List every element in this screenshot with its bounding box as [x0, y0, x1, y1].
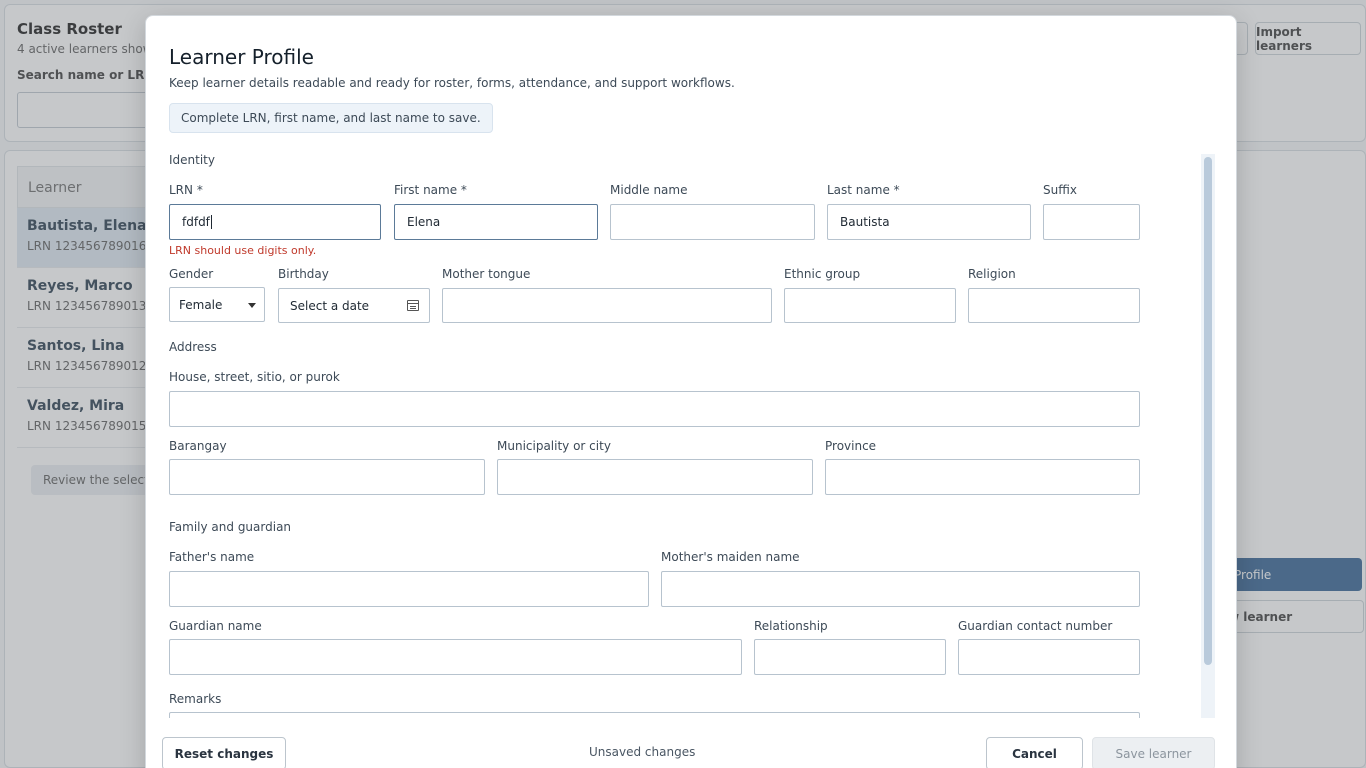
father-label: Father's name [169, 550, 255, 564]
text-caret [210, 215, 212, 229]
unsaved-status: Unsaved changes [589, 745, 696, 759]
municipality-label: Municipality or city [497, 439, 611, 453]
section-address: Address [169, 340, 217, 354]
barangay-field[interactable] [169, 459, 485, 495]
remarks-field[interactable] [169, 712, 1140, 718]
section-identity: Identity [169, 153, 215, 167]
province-label: Province [825, 439, 877, 453]
last-name-label: Last name * [827, 183, 900, 197]
guardian-label: Guardian name [169, 619, 262, 633]
religion-field[interactable] [968, 288, 1140, 323]
last-name-field[interactable]: Bautista [827, 204, 1031, 240]
middle-name-field[interactable] [610, 204, 815, 240]
mother-label: Mother's maiden name [661, 550, 800, 564]
first-name-label: First name * [394, 183, 467, 197]
profile-form: Identity LRN * fdfdf LRN should use digi… [169, 153, 1215, 718]
gender-select[interactable]: Female [169, 287, 265, 322]
learner-profile-dialog: Learner Profile Keep learner details rea… [145, 15, 1237, 768]
lrn-label: LRN * [169, 183, 203, 197]
form-scrollbar[interactable] [1201, 154, 1215, 718]
lrn-field[interactable]: fdfdf [169, 204, 381, 240]
lrn-error: LRN should use digits only. [169, 244, 317, 257]
remarks-label: Remarks [169, 692, 222, 706]
lrn-value: fdfdf [182, 215, 210, 229]
relationship-label: Relationship [754, 619, 828, 633]
birthday-label: Birthday [278, 267, 329, 281]
save-hint: Complete LRN, first name, and last name … [169, 103, 493, 133]
section-family: Family and guardian [169, 520, 292, 534]
province-field[interactable] [825, 459, 1140, 495]
scrollbar-thumb[interactable] [1204, 157, 1212, 665]
dialog-title: Learner Profile [169, 45, 314, 69]
guardian-contact-label: Guardian contact number [958, 619, 1113, 633]
ethnic-group-field[interactable] [784, 288, 956, 323]
dialog-description: Keep learner details readable and ready … [169, 76, 735, 90]
ethnic-group-label: Ethnic group [784, 267, 861, 281]
relationship-field[interactable] [754, 639, 946, 675]
suffix-label: Suffix [1043, 183, 1077, 197]
barangay-label: Barangay [169, 439, 227, 453]
mother-tongue-field[interactable] [442, 288, 772, 323]
municipality-field[interactable] [497, 459, 813, 495]
gender-label: Gender [169, 267, 214, 281]
gender-value: Female [179, 297, 223, 312]
guardian-contact-field[interactable] [958, 639, 1140, 675]
first-name-value: Elena [407, 215, 441, 229]
mother-field[interactable] [661, 571, 1140, 607]
save-learner-button[interactable]: Save learner [1092, 737, 1215, 768]
first-name-field[interactable]: Elena [394, 204, 598, 240]
father-field[interactable] [169, 571, 649, 607]
last-name-value: Bautista [840, 215, 890, 229]
cancel-button[interactable]: Cancel [986, 737, 1083, 768]
calendar-icon[interactable] [407, 300, 419, 311]
house-label: House, street, sitio, or purok [169, 370, 340, 384]
reset-changes-button[interactable]: Reset changes [162, 737, 286, 768]
suffix-field[interactable] [1043, 204, 1140, 240]
guardian-field[interactable] [169, 639, 742, 675]
mother-tongue-label: Mother tongue [442, 267, 531, 281]
religion-label: Religion [968, 267, 1016, 281]
birthday-picker[interactable]: Select a date [278, 288, 430, 323]
house-field[interactable] [169, 391, 1140, 427]
chevron-down-icon [248, 303, 256, 308]
middle-name-label: Middle name [610, 183, 688, 197]
birthday-value: Select a date [290, 298, 370, 313]
